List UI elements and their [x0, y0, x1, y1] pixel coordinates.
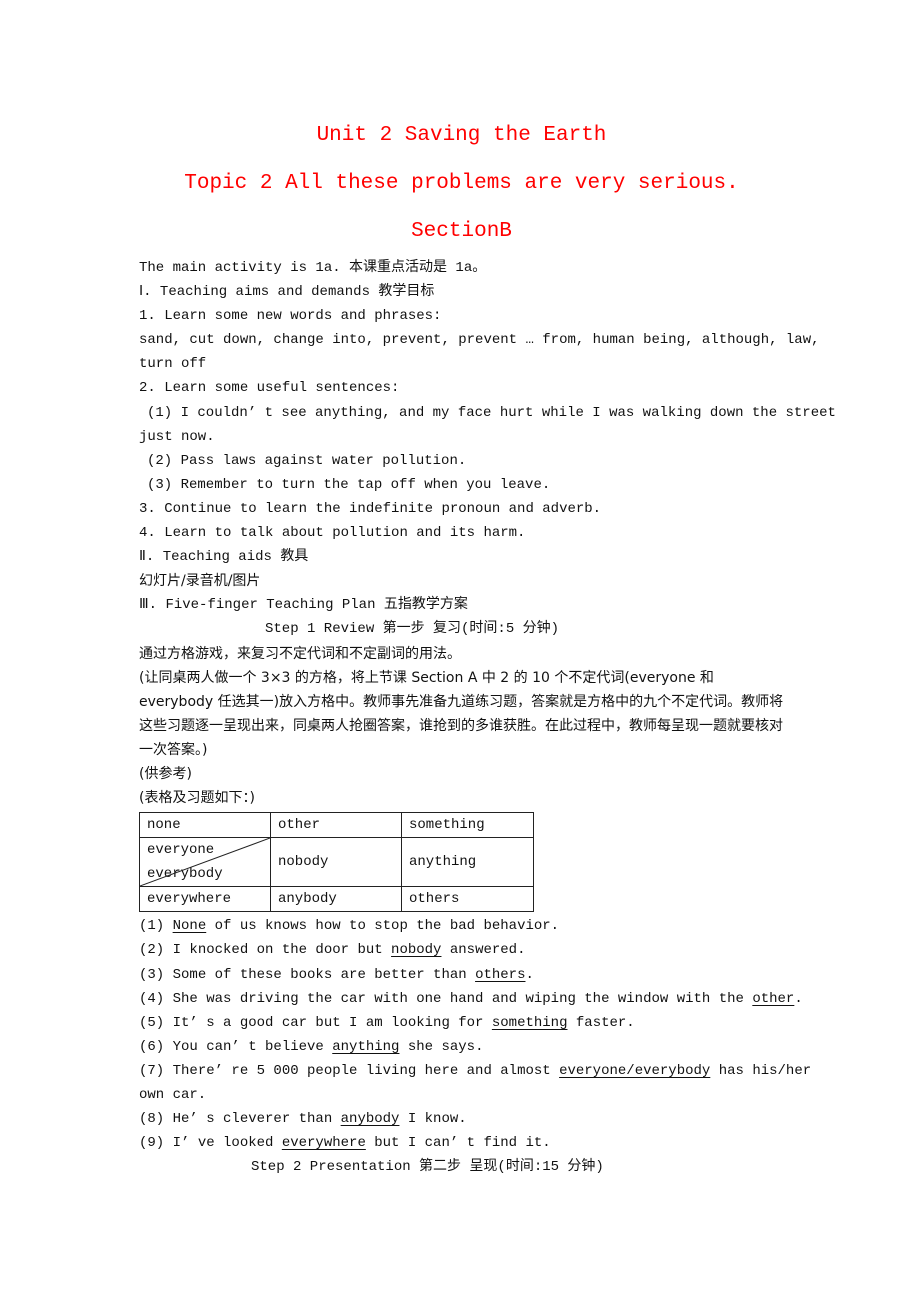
table-cell: none — [139, 812, 271, 839]
section-title: SectionB — [411, 220, 512, 243]
exercise-text: It’ s a good car but I am looking for — [172, 1014, 492, 1031]
exercise-answer: nobody — [391, 942, 442, 959]
aim-2-sentence-3: (3) Remember to turn the tap off when yo… — [147, 476, 551, 493]
diagonal-divider — [140, 838, 270, 886]
exercise-answer: anything — [332, 1038, 400, 1055]
table-row: none other something — [139, 812, 534, 839]
aim-1-words-cont: turn off — [139, 356, 207, 373]
exercise-text: answered. — [441, 942, 526, 959]
exercise-text: There’ re 5 000 people living here and a… — [172, 1062, 560, 1079]
exercise-text: she says. — [399, 1038, 484, 1055]
exercise-answer: others — [475, 966, 526, 983]
plan-heading: Ⅲ. Five-finger Teaching Plan 五指教学方案 — [139, 597, 468, 614]
exercise-text: has his/her — [710, 1062, 812, 1079]
aim-2-sentence-2: (2) Pass laws against water pollution. — [147, 452, 467, 469]
aim-2-sentence-1: (1) I couldn’ t see anything, and my fac… — [147, 404, 836, 421]
exercise-item: (9) I’ ve looked everywhere but I can’ t… — [139, 1131, 784, 1155]
table-cell: something — [401, 812, 534, 839]
exercise-answer: None — [172, 918, 207, 935]
exercise-answer: other — [752, 990, 795, 1007]
topic-title: Topic 2 All these problems are very seri… — [184, 172, 739, 195]
aim-3: 3. Continue to learn the indefinite pron… — [139, 500, 602, 517]
exercise-number: (7) — [139, 1062, 173, 1079]
exercise-text: faster. — [567, 1014, 635, 1031]
table-cell: anybody — [270, 886, 402, 913]
exercise-answer: everywhere — [281, 1135, 366, 1152]
exercise-item: (8) He’ s cleverer than anybody I know. — [139, 1107, 784, 1131]
exercise-item: (5) It’ s a good car but I am looking fo… — [139, 1011, 784, 1035]
exercise-text: You can’ t believe — [172, 1038, 333, 1055]
exercise-text: He’ s cleverer than — [172, 1111, 341, 1128]
exercise-number: (9) — [139, 1135, 173, 1152]
exercise-item: (2) I knocked on the door but nobody ans… — [139, 938, 784, 962]
aims-heading: Ⅰ. Teaching aims and demands 教学目标 — [139, 284, 435, 301]
table-row: everyone everybody nobody anything — [139, 837, 534, 888]
step-1-detail: (让同桌两人做一个 3×3 的方格，将上节课 Section A 中 2 的 1… — [139, 669, 784, 758]
table-intro: (表格及习题如下：) — [139, 790, 255, 807]
exercise-text: but I can’ t find it. — [365, 1135, 551, 1152]
aim-2: 2. Learn some useful sentences: — [139, 380, 400, 397]
aids-list: 幻灯片/录音机/图片 — [139, 573, 261, 590]
aim-4: 4. Learn to talk about pollution and its… — [139, 525, 526, 542]
exercise-text: I know. — [399, 1111, 467, 1128]
exercise-number: (1) — [139, 918, 173, 935]
aim-2-sentence-1-cont: just now. — [139, 428, 215, 445]
exercise-text: I’ ve looked — [172, 1135, 282, 1152]
exercise-number: (4) — [139, 990, 173, 1007]
step-2-heading: Step 2 Presentation 第二步 呈现(时间:15 分钟) — [251, 1159, 604, 1176]
step-1-heading: Step 1 Review 第一步 复习(时间:5 分钟) — [265, 621, 560, 638]
table-cell: nobody — [270, 837, 402, 888]
exercise-text: of us knows how to stop the bad behavior… — [206, 918, 560, 935]
reference-note: (供参考) — [139, 765, 192, 782]
exercise-number: (5) — [139, 1014, 173, 1031]
exercise-item: (3) Some of these books are better than … — [139, 963, 784, 987]
exercise-text: . — [525, 966, 534, 983]
pronoun-grid-table: none other something everyone everybody … — [139, 812, 534, 913]
document-body: The main activity is 1a. 本课重点活动是 1a。 Ⅰ. … — [139, 256, 836, 1179]
table-cell: everywhere — [139, 886, 271, 913]
table-cell: others — [401, 886, 534, 913]
exercise-list: (1) None of us knows how to stop the bad… — [139, 914, 811, 1155]
exercise-item: (6) You can’ t believe anything she says… — [139, 1035, 784, 1059]
exercise-item: (1) None of us knows how to stop the bad… — [139, 914, 784, 938]
exercise-text: She was driving the car with one hand an… — [172, 990, 753, 1007]
exercise-item: (4) She was driving the car with one han… — [139, 987, 803, 1011]
unit-title: Unit 2 Saving the Earth — [316, 124, 607, 147]
exercise-number: (2) — [139, 942, 173, 959]
main-activity-line: The main activity is 1a. 本课重点活动是 1a。 — [139, 260, 487, 276]
exercise-number: (8) — [139, 1111, 173, 1128]
exercise-number: (6) — [139, 1038, 173, 1055]
table-cell: anything — [401, 837, 534, 888]
table-row: everywhere anybody others — [139, 886, 534, 913]
exercise-text: I knocked on the door but — [172, 942, 392, 959]
exercise-text: Some of these books are better than — [172, 966, 476, 983]
aim-1: 1. Learn some new words and phrases: — [139, 308, 442, 325]
exercise-number: (3) — [139, 966, 173, 983]
aim-1-words: sand, cut down, change into, prevent, pr… — [139, 332, 820, 349]
aids-heading: Ⅱ. Teaching aids 教具 — [139, 549, 309, 566]
table-cell: other — [270, 812, 402, 839]
exercise-answer: anybody — [340, 1111, 400, 1128]
exercise-answer: something — [491, 1014, 568, 1031]
table-cell-diagonal: everyone everybody — [139, 837, 271, 888]
exercise-answer: everyone/everybody — [559, 1062, 711, 1079]
exercise-item: (7) There’ re 5 000 people living here a… — [139, 1059, 811, 1083]
exercise-text: . — [794, 990, 803, 1007]
step-1-description: 通过方格游戏，来复习不定代词和不定副词的用法。 — [139, 645, 461, 662]
exercise-item-cont: own car. — [139, 1087, 207, 1103]
